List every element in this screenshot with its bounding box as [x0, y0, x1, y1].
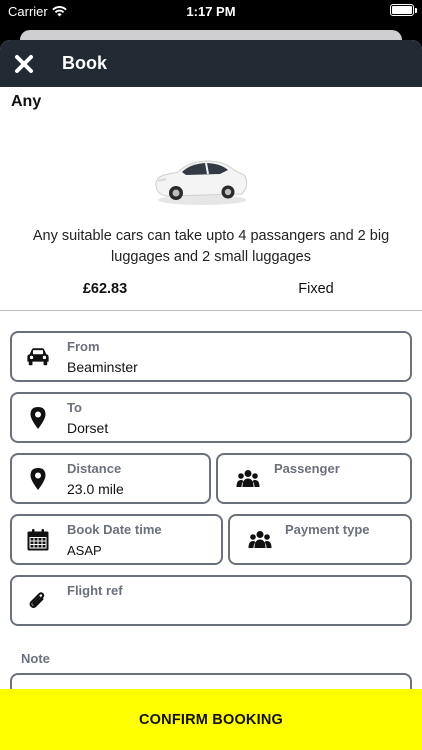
location-pin-icon: [26, 406, 50, 430]
people-icon: [236, 467, 260, 491]
location-pin-icon: [26, 467, 50, 491]
price-row: £62.83 Fixed: [0, 281, 422, 309]
passenger-label: Passenger: [274, 461, 340, 476]
fare-type: Fixed: [298, 281, 334, 297]
vehicle-name: Any: [11, 93, 42, 110]
from-label: From: [67, 339, 100, 354]
divider: [0, 310, 422, 311]
status-bar: Carrier 1:17 PM: [0, 0, 422, 24]
vehicle-description: Any suitable cars can take upto 4 passan…: [32, 228, 390, 265]
car-image: [155, 160, 248, 205]
clock: 1:17 PM: [186, 4, 236, 19]
people-icon: [248, 528, 272, 552]
from-value: Beaminster: [67, 359, 138, 375]
from-field[interactable]: From Beaminster: [10, 331, 412, 382]
booking-sheet: Book Any Any suitable cars can take upto…: [0, 40, 422, 750]
fare-price: £62.83: [82, 281, 128, 297]
to-field[interactable]: To Dorset: [10, 392, 412, 443]
note-label: Note: [21, 651, 50, 666]
page-title: Book: [62, 53, 107, 73]
book-datetime-field[interactable]: Book Date time ASAP: [10, 514, 223, 565]
distance-field[interactable]: Distance 23.0 mile: [10, 453, 211, 504]
paperclip-icon: [26, 589, 50, 613]
confirm-booking-button[interactable]: CONFIRM BOOKING: [0, 689, 422, 750]
to-value: Dorset: [67, 420, 109, 436]
close-icon: [15, 54, 33, 73]
calendar-icon: [26, 528, 50, 552]
battery-icon: [390, 4, 417, 16]
distance-value: 23.0 mile: [67, 481, 124, 497]
distance-label: Distance: [67, 461, 122, 476]
book-datetime-label: Book Date time: [67, 522, 162, 537]
to-label: To: [67, 400, 82, 415]
book-datetime-value: ASAP: [67, 543, 102, 558]
header-bar: Book: [0, 40, 422, 87]
payment-type-label: Payment type: [285, 522, 370, 537]
flight-ref-label: Flight ref: [67, 583, 123, 598]
car-icon: [26, 345, 50, 369]
close-button[interactable]: [2, 40, 46, 87]
passenger-field[interactable]: Passenger: [216, 453, 412, 504]
flight-ref-field[interactable]: Flight ref: [10, 575, 412, 626]
payment-type-field[interactable]: Payment type: [228, 514, 412, 565]
